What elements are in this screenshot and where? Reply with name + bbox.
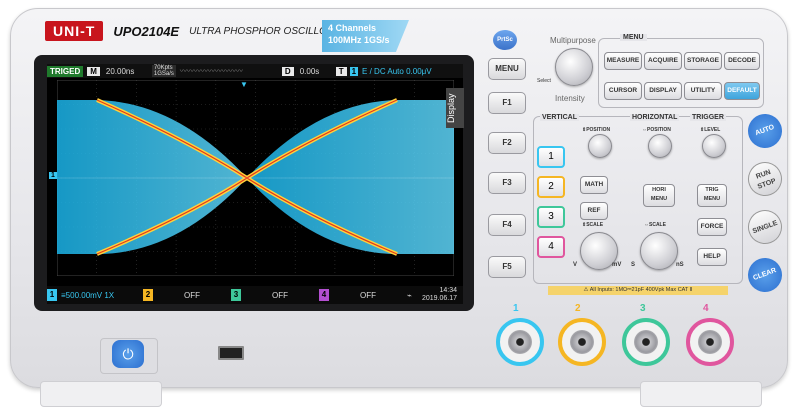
trigger-label: T	[335, 66, 347, 76]
default-button[interactable]: DEFAULT	[724, 82, 760, 100]
horizontal-title: HORIZONTAL	[630, 114, 680, 121]
ch2-bnc-input[interactable]	[558, 318, 606, 366]
trig-menu-button[interactable]: TRIG MENU	[697, 184, 727, 207]
delay-label: D	[281, 66, 294, 76]
h-scale-label: ⇔SCALE	[644, 222, 666, 228]
usb-icon: ⌁	[407, 290, 412, 300]
brand-bar: UNI-T UPO2104E ULTRA PHOSPHOR OSCILLOSCO…	[45, 20, 362, 42]
decode-button[interactable]: DECODE	[724, 52, 760, 70]
acquire-button[interactable]: ACQUIRE	[644, 52, 682, 70]
ch3-setting: OFF	[272, 290, 288, 300]
brand-logo: UNI-T	[45, 21, 104, 41]
bnc1-label: 1	[513, 303, 519, 314]
f2-softkey[interactable]: F2	[488, 132, 526, 154]
ch2-setting: OFF	[184, 290, 200, 300]
multipurpose-knob[interactable]	[555, 48, 593, 86]
intensity-label: Intensity	[555, 94, 585, 103]
f3-softkey[interactable]: F3	[488, 172, 526, 194]
force-button[interactable]: FORCE	[697, 218, 727, 236]
ch1-button[interactable]: 1	[537, 146, 565, 168]
sample-info: 70Kpts 1GSa/s	[151, 65, 176, 77]
f1-softkey[interactable]: F1	[488, 92, 526, 114]
delay-value: 0.00s	[299, 66, 320, 76]
memory-wave-icon: 〰〰〰〰〰〰〰〰〰	[179, 68, 243, 75]
display-button[interactable]: DISPLAY	[644, 82, 682, 100]
select-label: Select	[537, 78, 551, 84]
s-unit-label: S	[631, 262, 636, 268]
utility-button[interactable]: UTILITY	[684, 82, 722, 100]
ch2-button[interactable]: 2	[537, 176, 565, 198]
ch4-setting: OFF	[360, 290, 376, 300]
display-side-menu[interactable]: Display	[446, 88, 464, 128]
ch2-tag: 2	[143, 289, 153, 301]
power-icon: ⏻	[122, 346, 134, 362]
math-button[interactable]: MATH	[580, 176, 608, 194]
horizontal-position-knob[interactable]	[648, 134, 672, 158]
ch1-tag: 1	[47, 289, 57, 301]
input-warning: ⚠ All Inputs: 1MΩ⎓21pF 400Vpk Max CAT Ⅱ	[548, 286, 728, 295]
trigger-position-icon: ▼	[240, 80, 248, 89]
left-foot	[40, 381, 162, 407]
timebase-readout: 20.00ns	[105, 66, 135, 76]
trigger-info: E / DC Auto 0.00μV	[362, 66, 432, 76]
ch4-button[interactable]: 4	[537, 236, 565, 258]
trigger-status: TRIGED	[47, 65, 84, 77]
ns-unit-label: nS	[676, 262, 684, 268]
ch3-bnc-input[interactable]	[622, 318, 670, 366]
badge-spec: 100MHz 1GS/s	[328, 35, 390, 45]
vertical-position-knob[interactable]	[588, 134, 612, 158]
prtsc-button[interactable]: PrtSc	[493, 30, 517, 50]
badge-channels: 4 Channels	[328, 23, 377, 33]
ref-button[interactable]: REF	[580, 202, 608, 220]
spec-badge: 4 Channels 100MHz 1GS/s	[322, 20, 409, 52]
v-position-label: ⇕POSITION	[582, 127, 611, 133]
storage-button[interactable]: STORAGE	[684, 52, 722, 70]
measure-button[interactable]: MEASURE	[604, 52, 642, 70]
menu-title: MENU	[620, 34, 647, 41]
cursor-button[interactable]: CURSOR	[604, 82, 642, 100]
mode-indicator: M	[87, 66, 100, 76]
h-position-label: ⇔POSITION	[642, 127, 671, 133]
f5-softkey[interactable]: F5	[488, 256, 526, 278]
vertical-title: VERTICAL	[540, 114, 579, 121]
mv-unit-label: mV	[612, 262, 622, 268]
multipurpose-label: Multipurpose	[550, 36, 596, 45]
level-label: ⇕LEVEL	[700, 127, 721, 133]
right-foot	[640, 381, 762, 407]
ch3-tag: 3	[231, 289, 241, 301]
v-scale-label: ⇕SCALE	[582, 222, 604, 228]
ch1-ground-marker: 1	[49, 172, 57, 179]
bnc4-label: 4	[703, 303, 709, 314]
display-screen: TRIGED M 20.00ns 70Kpts 1GSa/s 〰〰〰〰〰〰〰〰〰…	[47, 64, 463, 304]
horizontal-scale-knob[interactable]	[640, 232, 678, 270]
channel-bar: 1 ≡500.00mV 1X 2 OFF 3 OFF 4 OFF ⌁ 14:34…	[47, 286, 463, 304]
clock: 14:34 2019.06.17	[421, 287, 457, 302]
menu-softkey[interactable]: MENU	[488, 58, 526, 80]
usb-host-port[interactable]	[218, 346, 244, 360]
waveform-graticule	[57, 80, 454, 276]
ch1-bnc-input[interactable]	[496, 318, 544, 366]
trigger-title: TRIGGER	[690, 114, 726, 121]
ch4-tag: 4	[319, 289, 329, 301]
trigger-level-knob[interactable]	[702, 134, 726, 158]
trigger-channel: 1	[349, 66, 359, 76]
model-name: UPO2104E	[113, 23, 180, 39]
help-button[interactable]: HELP	[697, 248, 727, 266]
bnc3-label: 3	[640, 303, 646, 314]
hori-menu-button[interactable]: HORI MENU	[643, 184, 675, 207]
warning-icon: ⚠	[583, 287, 589, 293]
ch4-bnc-input[interactable]	[686, 318, 734, 366]
power-button[interactable]: ⏻	[112, 340, 144, 368]
v-unit-label: V	[573, 262, 578, 268]
ch3-button[interactable]: 3	[537, 206, 565, 228]
f4-softkey[interactable]: F4	[488, 214, 526, 236]
bnc2-label: 2	[575, 303, 581, 314]
status-bar: TRIGED M 20.00ns 70Kpts 1GSa/s 〰〰〰〰〰〰〰〰〰…	[47, 64, 463, 78]
ch1-setting: ≡500.00mV 1X	[61, 290, 115, 300]
